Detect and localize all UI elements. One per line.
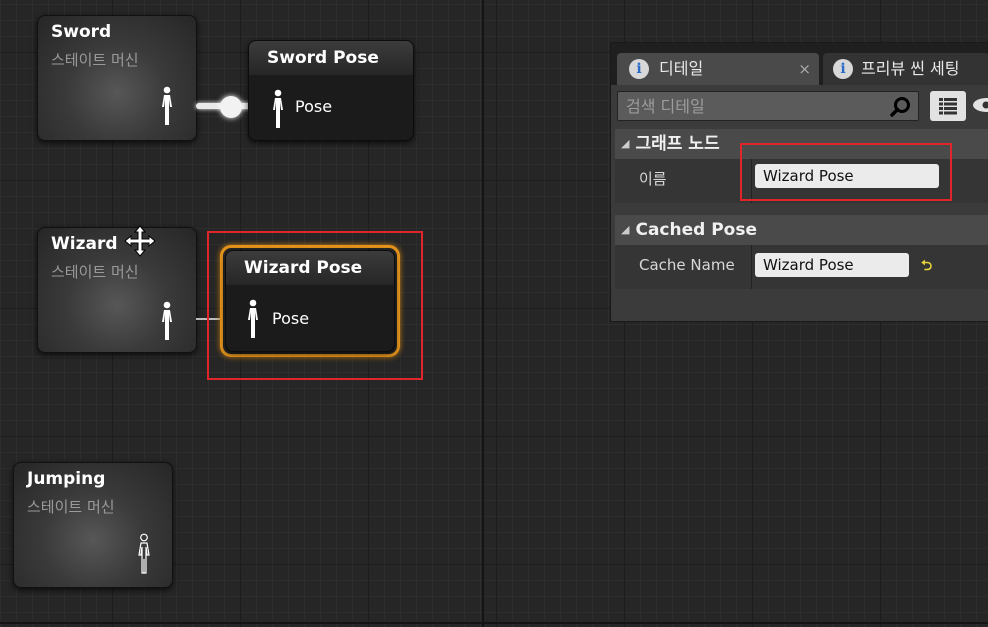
property-label: 이름 (639, 170, 667, 188)
wire-flow-bubble (220, 96, 242, 118)
list-view-icon (939, 97, 957, 119)
pose-output-pin-icon[interactable] (136, 533, 152, 575)
eye-icon[interactable] (973, 95, 988, 119)
cached-pose-node-sword[interactable]: Sword Pose Pose (248, 40, 414, 141)
pose-output-pin-icon[interactable] (160, 86, 174, 126)
pin-label: Pose (295, 97, 333, 116)
node-title: Wizard (51, 234, 118, 254)
search-placeholder: 검색 디테일 (626, 97, 705, 116)
grid-major-line (482, 0, 484, 627)
pose-input-pin-icon[interactable] (271, 89, 285, 129)
search-input[interactable]: 검색 디테일 (617, 91, 919, 121)
tab-label: 프리뷰 씬 세팅 (861, 59, 960, 78)
state-machine-node-sword[interactable]: Sword 스테이트 머신 (37, 15, 197, 141)
move-cursor-icon (124, 225, 156, 261)
grid-major-line (0, 622, 988, 624)
node-subtitle: 스테이트 머신 (51, 51, 139, 69)
collapse-triangle-icon: ◢ (621, 223, 630, 236)
property-row-cache-name: Cache Name Wizard Pose ⮌ (615, 245, 988, 289)
view-options-button[interactable] (930, 91, 966, 121)
collapse-triangle-icon: ◢ (621, 137, 630, 150)
tab-label: 디테일 (659, 59, 704, 78)
state-machine-node-jumping[interactable]: Jumping 스테이트 머신 (13, 462, 173, 588)
node-title: Sword Pose (249, 41, 413, 75)
cache-name-field[interactable]: Wizard Pose (755, 253, 909, 277)
tab-details[interactable]: i 디테일 × (617, 53, 819, 85)
section-cached-pose[interactable]: ◢ Cached Pose (615, 215, 988, 245)
tab-bar: i 디테일 × i 프리뷰 씬 세팅 (611, 43, 988, 85)
pose-output-pin-icon[interactable] (160, 301, 174, 341)
tab-preview-scene-settings[interactable]: i 프리뷰 씬 세팅 (823, 53, 988, 85)
column-divider (751, 245, 752, 289)
reset-to-default-icon[interactable]: ⮌ (921, 255, 932, 279)
info-icon: i (833, 59, 853, 79)
node-subtitle: 스테이트 머신 (51, 263, 139, 281)
node-title: Sword (51, 22, 112, 42)
node-title: Jumping (27, 469, 106, 489)
state-machine-node-wizard[interactable]: Wizard 스테이트 머신 (37, 227, 197, 353)
highlight-box (740, 143, 952, 201)
close-icon[interactable]: × (798, 53, 811, 85)
property-label: Cache Name (639, 256, 735, 274)
section-title: Cached Pose (635, 220, 758, 240)
highlight-box (207, 231, 423, 380)
node-subtitle: 스테이트 머신 (27, 498, 115, 516)
section-title: 그래프 노드 (635, 134, 720, 154)
info-icon: i (629, 59, 649, 79)
search-icon[interactable] (890, 96, 912, 128)
